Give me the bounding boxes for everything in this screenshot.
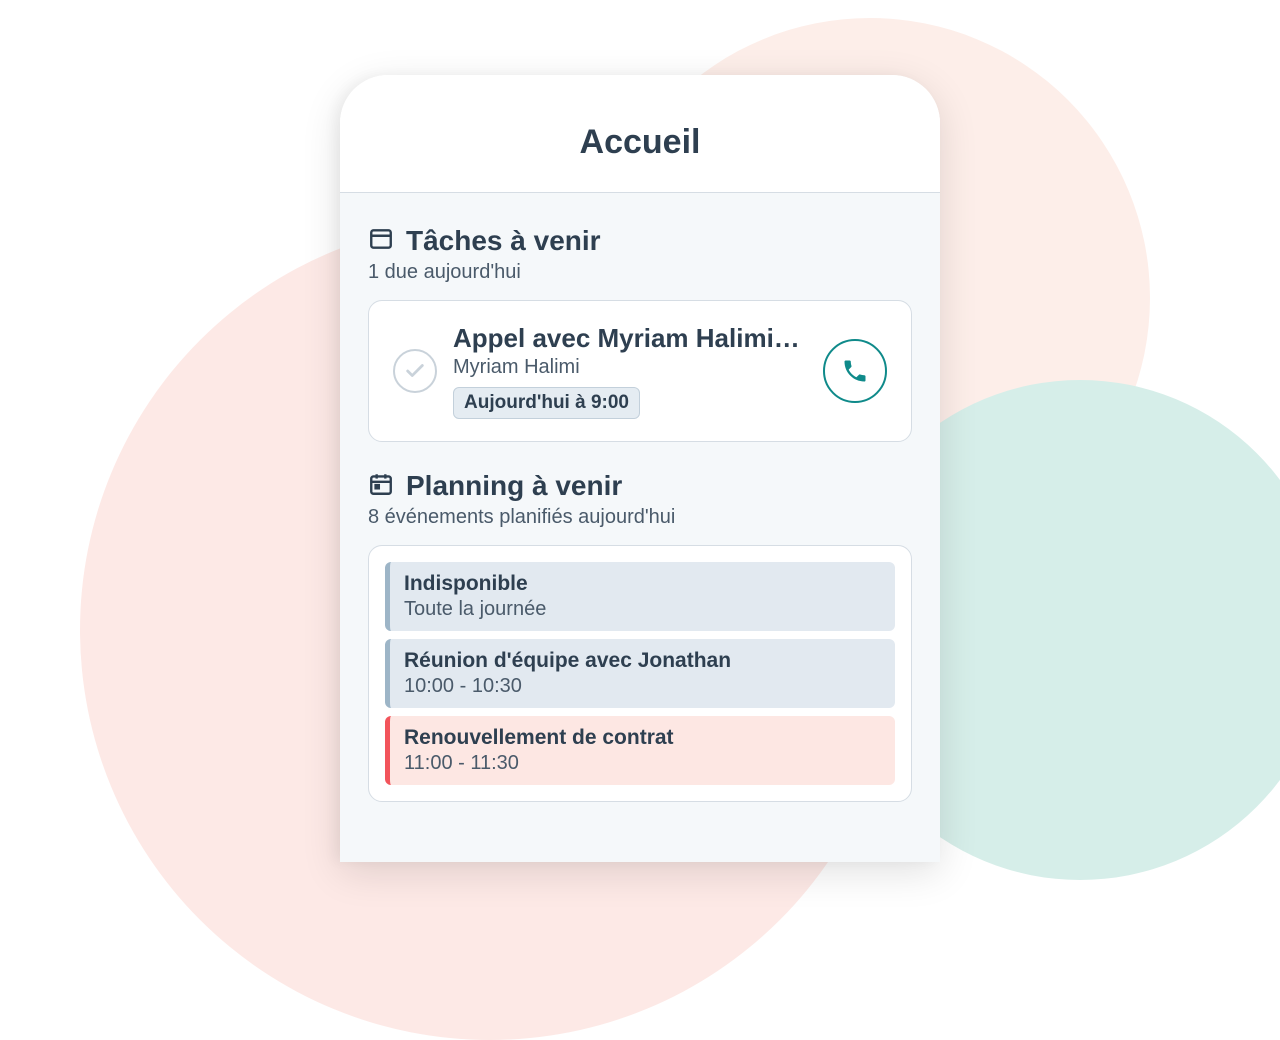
call-button[interactable] [823, 339, 887, 403]
task-body: Appel avec Myriam Halimi… Myriam Halimi … [453, 323, 807, 419]
tasks-section-header: Tâches à venir [368, 225, 912, 257]
planning-card: Indisponible Toute la journée Réunion d'… [368, 545, 912, 802]
event-time: 11:00 - 11:30 [404, 752, 881, 775]
calendar-icon [368, 471, 394, 502]
task-title: Appel avec Myriam Halimi… [453, 323, 807, 354]
check-icon [404, 360, 426, 382]
planning-section-header: Planning à venir [368, 470, 912, 502]
event-title: Réunion d'équipe avec Jonathan [404, 649, 881, 673]
event-item[interactable]: Indisponible Toute la journée [385, 562, 895, 631]
event-title: Renouvellement de contrat [404, 726, 881, 750]
task-contact: Myriam Halimi [453, 356, 807, 379]
event-item[interactable]: Réunion d'équipe avec Jonathan 10:00 - 1… [385, 639, 895, 708]
page-title: Accueil [340, 123, 940, 162]
tasks-subtitle: 1 due aujourd'hui [368, 261, 912, 284]
planning-title: Planning à venir [406, 470, 622, 502]
phone-icon [841, 357, 869, 385]
app-body: Tâches à venir 1 due aujourd'hui Appel a… [340, 193, 940, 862]
event-item[interactable]: Renouvellement de contrat 11:00 - 11:30 [385, 716, 895, 785]
task-complete-checkbox[interactable] [393, 349, 437, 393]
tasks-icon [368, 226, 394, 257]
event-time: Toute la journée [404, 598, 881, 621]
phone-frame: Accueil Tâches à venir 1 due aujourd'hui… [340, 75, 940, 862]
planning-subtitle: 8 événements planifiés aujourd'hui [368, 506, 912, 529]
task-card[interactable]: Appel avec Myriam Halimi… Myriam Halimi … [368, 300, 912, 442]
task-due-chip: Aujourd'hui à 9:00 [453, 387, 640, 419]
tasks-title: Tâches à venir [406, 225, 601, 257]
event-title: Indisponible [404, 572, 881, 596]
app-header: Accueil [340, 75, 940, 193]
event-time: 10:00 - 10:30 [404, 675, 881, 698]
